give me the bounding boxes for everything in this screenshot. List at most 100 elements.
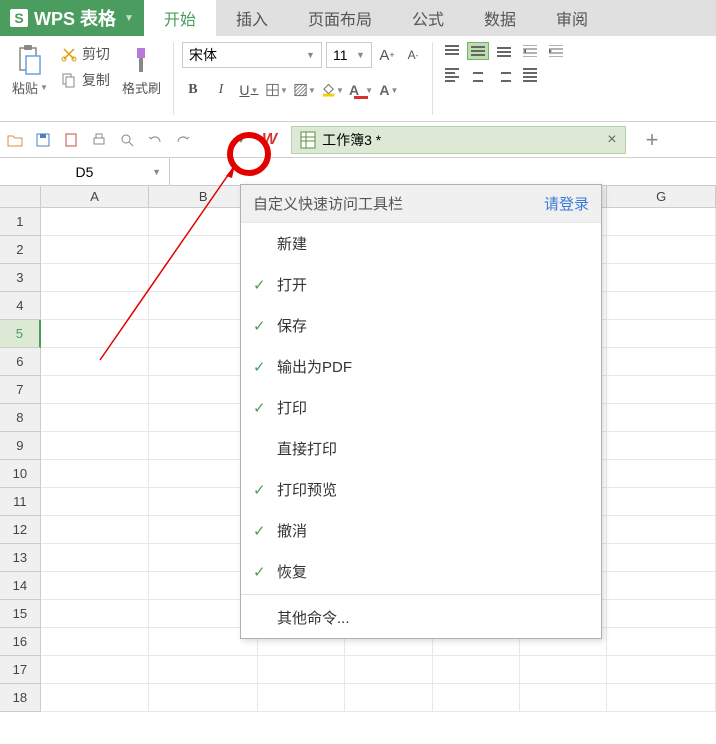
cell[interactable] [607, 320, 716, 348]
row-header[interactable]: 4 [0, 292, 41, 320]
align-justify-button[interactable] [519, 66, 541, 84]
cut-button[interactable]: 剪切 [56, 42, 114, 66]
cell[interactable] [607, 488, 716, 516]
font-size-select[interactable]: 11 ▼ [326, 42, 372, 68]
cell[interactable] [607, 628, 716, 656]
dropdown-item[interactable]: ✓输出为PDF [241, 346, 601, 387]
cell[interactable] [520, 684, 607, 712]
login-link[interactable]: 请登录 [544, 193, 589, 214]
qa-open-icon[interactable] [6, 131, 24, 149]
cell[interactable] [607, 208, 716, 236]
row-header[interactable]: 3 [0, 264, 41, 292]
format-painter-button[interactable]: 格式刷 [118, 42, 165, 99]
dropdown-item[interactable]: 直接打印 [241, 428, 601, 469]
cell[interactable] [41, 684, 150, 712]
tab-review[interactable]: 审阅 [536, 0, 608, 36]
qa-print-icon[interactable] [90, 131, 108, 149]
align-left-button[interactable] [441, 66, 463, 84]
dropdown-item[interactable]: ✓保存 [241, 305, 601, 346]
row-header[interactable]: 5 [0, 320, 41, 348]
border-button[interactable]: ▼ [266, 80, 288, 100]
italic-button[interactable]: I [210, 80, 232, 100]
dropdown-item[interactable]: ✓打印 [241, 387, 601, 428]
decrease-font-button[interactable]: A- [402, 45, 424, 65]
row-header[interactable]: 14 [0, 572, 41, 600]
cell[interactable] [607, 600, 716, 628]
row-header[interactable]: 8 [0, 404, 41, 432]
align-top-button[interactable] [441, 42, 463, 60]
tab-insert[interactable]: 插入 [216, 0, 288, 36]
qa-customize-button[interactable]: ▼ [230, 129, 252, 151]
cell[interactable] [41, 208, 150, 236]
align-center-button[interactable] [467, 66, 489, 84]
cell[interactable] [41, 628, 150, 656]
font-color-button[interactable]: A▼ [350, 80, 372, 100]
align-bottom-button[interactable] [493, 42, 515, 60]
cell[interactable] [41, 292, 150, 320]
row-header[interactable]: 6 [0, 348, 41, 376]
cell[interactable] [433, 684, 520, 712]
cell[interactable] [607, 264, 716, 292]
new-tab-button[interactable]: + [646, 127, 659, 153]
cell[interactable] [607, 236, 716, 264]
cell[interactable] [607, 656, 716, 684]
row-header[interactable]: 7 [0, 376, 41, 404]
cell[interactable] [607, 460, 716, 488]
underline-button[interactable]: U▼ [238, 80, 260, 100]
col-header[interactable]: G [607, 186, 716, 208]
cell[interactable] [41, 572, 150, 600]
qa-redo-icon[interactable] [174, 131, 192, 149]
row-header[interactable]: 13 [0, 544, 41, 572]
increase-font-button[interactable]: A+ [376, 45, 398, 65]
dropdown-item[interactable]: ✓撤消 [241, 510, 601, 551]
qa-print-preview-icon[interactable] [118, 131, 136, 149]
cell[interactable] [41, 432, 150, 460]
select-all-corner[interactable] [0, 186, 41, 208]
qa-save-icon[interactable] [34, 131, 52, 149]
align-right-button[interactable] [493, 66, 515, 84]
indent-decrease-button[interactable] [519, 42, 541, 60]
cell[interactable] [149, 656, 258, 684]
cell[interactable] [41, 656, 150, 684]
dropdown-item[interactable]: ✓打开 [241, 264, 601, 305]
phonetic-button[interactable]: A▼ [378, 80, 400, 100]
cell[interactable] [607, 572, 716, 600]
cell[interactable] [41, 544, 150, 572]
close-tab-button[interactable]: × [607, 131, 616, 149]
cell[interactable] [41, 236, 150, 264]
document-tab[interactable]: 工作簿3 * × [291, 126, 625, 154]
cell[interactable] [258, 684, 345, 712]
cell[interactable] [41, 404, 150, 432]
cell[interactable] [607, 432, 716, 460]
fill-color-button[interactable]: ▼ [322, 80, 344, 100]
cell[interactable] [149, 684, 258, 712]
cell[interactable] [520, 656, 607, 684]
cell[interactable] [41, 488, 150, 516]
font-name-select[interactable]: 宋体 ▼ [182, 42, 322, 68]
dropdown-item[interactable]: ✓打印预览 [241, 469, 601, 510]
cell[interactable] [41, 264, 150, 292]
paste-button[interactable]: 粘贴▼ [8, 42, 52, 99]
row-header[interactable]: 2 [0, 236, 41, 264]
align-middle-button[interactable] [467, 42, 489, 60]
row-header[interactable]: 15 [0, 600, 41, 628]
row-header[interactable]: 12 [0, 516, 41, 544]
indent-increase-button[interactable] [545, 42, 567, 60]
tab-layout[interactable]: 页面布局 [288, 0, 392, 36]
dropdown-item[interactable]: ✓恢复 [241, 551, 601, 592]
cell[interactable] [607, 292, 716, 320]
cell[interactable] [345, 656, 432, 684]
cell-reference-box[interactable]: D5 ▼ [0, 158, 170, 185]
row-header[interactable]: 16 [0, 628, 41, 656]
cell[interactable] [607, 404, 716, 432]
row-header[interactable]: 9 [0, 432, 41, 460]
tab-data[interactable]: 数据 [464, 0, 536, 36]
dropdown-other-commands[interactable]: 其他命令... [241, 597, 601, 638]
qa-undo-icon[interactable] [146, 131, 164, 149]
cell[interactable] [433, 656, 520, 684]
cell[interactable] [607, 348, 716, 376]
col-header[interactable]: A [41, 186, 150, 208]
copy-button[interactable]: 复制 [56, 68, 114, 92]
cell[interactable] [41, 600, 150, 628]
qa-pdf-icon[interactable] [62, 131, 80, 149]
